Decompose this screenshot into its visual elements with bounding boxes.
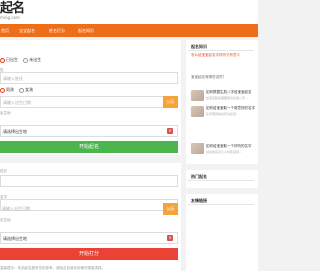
section-divider (0, 155, 181, 163)
clear-birthplace-button[interactable]: × (167, 128, 173, 134)
article-title-1[interactable]: 如何根据生辰八字给宝宝起名 (206, 90, 252, 95)
birth-status-group: 已出生 未出生 (0, 57, 41, 63)
knowledge-link-1[interactable]: 怎么给宝宝起名字好听又有意义 (191, 53, 240, 58)
score-birthplace-value: 请选择出生地 (3, 236, 27, 241)
birth-date-input[interactable]: 请输入出生日期 (0, 96, 178, 108)
site-domain: ming.com (0, 15, 20, 20)
radio-unborn[interactable]: 未出生 (23, 57, 42, 63)
article-thumbnail-3[interactable] (191, 143, 204, 154)
nav-item-name-scoring[interactable]: 姓名打分 (49, 28, 65, 34)
surname-input[interactable]: 请输入姓氏 (0, 72, 178, 84)
article-desc-1: 给宝宝起名需要结合生辰八字... (206, 96, 248, 100)
score-surname-input[interactable] (0, 175, 178, 187)
site-logo[interactable]: 起名 (0, 1, 25, 16)
score-surname-label: 姓氏 (0, 169, 7, 173)
radio-unborn-label: 未出生 (29, 57, 42, 62)
radio-born-label: 已出生 (6, 57, 18, 62)
radio-unborn-dot[interactable] (23, 57, 29, 63)
main-content: 已出生 未出生 姓 请输入姓氏 男孩 女孩 日期 请输入出生日期 公历 出生地 … (0, 40, 181, 271)
birthplace-label: 出生地 (0, 111, 11, 115)
birthplace-select[interactable]: 请选择出生地 (0, 125, 178, 137)
site-header: 起名 ming.com (0, 0, 258, 24)
sidebar-gap-1 (186, 164, 258, 170)
surname-placeholder: 请输入姓氏 (3, 76, 23, 81)
nav-item-naming-knowledge[interactable]: 起名知识 (78, 28, 94, 34)
main-nav: 首页 宝宝起名 姓名打分 起名知识 (0, 24, 258, 37)
nav-item-home[interactable]: 首页 (1, 28, 9, 34)
nav-item-baby-naming[interactable]: 宝宝起名 (19, 28, 35, 34)
radio-male[interactable]: 男孩 (0, 87, 14, 93)
sidebar: 起名知识 怎么给宝宝起名字好听又有意义 宝宝起名有哪些讲究？ 如何根据生辰八字给… (186, 40, 258, 271)
score-clear-birthplace-button[interactable]: × (167, 235, 173, 241)
start-naming-button[interactable]: 开始起名 (0, 141, 178, 153)
birth-date-placeholder: 请输入出生日期 (3, 100, 31, 105)
calendar-type-button[interactable]: 公历 (163, 96, 178, 108)
knowledge-divider (188, 50, 254, 51)
article-thumbnail-2[interactable] (191, 106, 204, 117)
hot-names-divider (188, 180, 254, 181)
score-birth-placeholder: 请输入出生日期 (2, 206, 30, 211)
radio-male-dot[interactable] (0, 87, 5, 93)
sidebar-gap-2 (186, 188, 258, 194)
birthplace-value: 请选择出生地 (3, 129, 27, 134)
score-birthplace-label: 出生地 (0, 218, 11, 222)
radio-female-dot[interactable] (19, 87, 25, 93)
article-thumbnail-1[interactable] (191, 90, 204, 101)
radio-born[interactable]: 已出生 (0, 57, 18, 63)
gender-group: 男孩 女孩 (0, 87, 33, 93)
start-scoring-button[interactable]: 开始打分 (0, 248, 178, 260)
score-birthplace-select[interactable]: 请选择出生地 (0, 232, 178, 244)
radio-female[interactable]: 女孩 (19, 87, 34, 93)
score-calendar-type-button[interactable]: 公历 (163, 203, 178, 215)
knowledge-link-2[interactable]: 宝宝起名有哪些讲究？ (191, 75, 226, 80)
article-desc-2: 名字寓意的好坏关系到... (206, 112, 239, 116)
radio-born-dot[interactable] (0, 57, 5, 63)
score-birth-input[interactable]: 请输入出生日期 (0, 203, 178, 215)
radio-male-label: 男孩 (6, 87, 14, 92)
article-desc-3: 好听的名字让人印象深刻... (206, 150, 242, 154)
radio-female-label: 女孩 (25, 87, 34, 92)
article-title-3[interactable]: 如何给宝宝取一个好听的名字 (206, 144, 252, 149)
friend-links-divider (188, 204, 254, 205)
article-title-2[interactable]: 如何给宝宝取一个寓意好的名字 (206, 106, 255, 111)
footer-notice: 温馨提示：本站起名服务仅供参考，请结合自身实际情况慎重选择。 (0, 266, 105, 270)
